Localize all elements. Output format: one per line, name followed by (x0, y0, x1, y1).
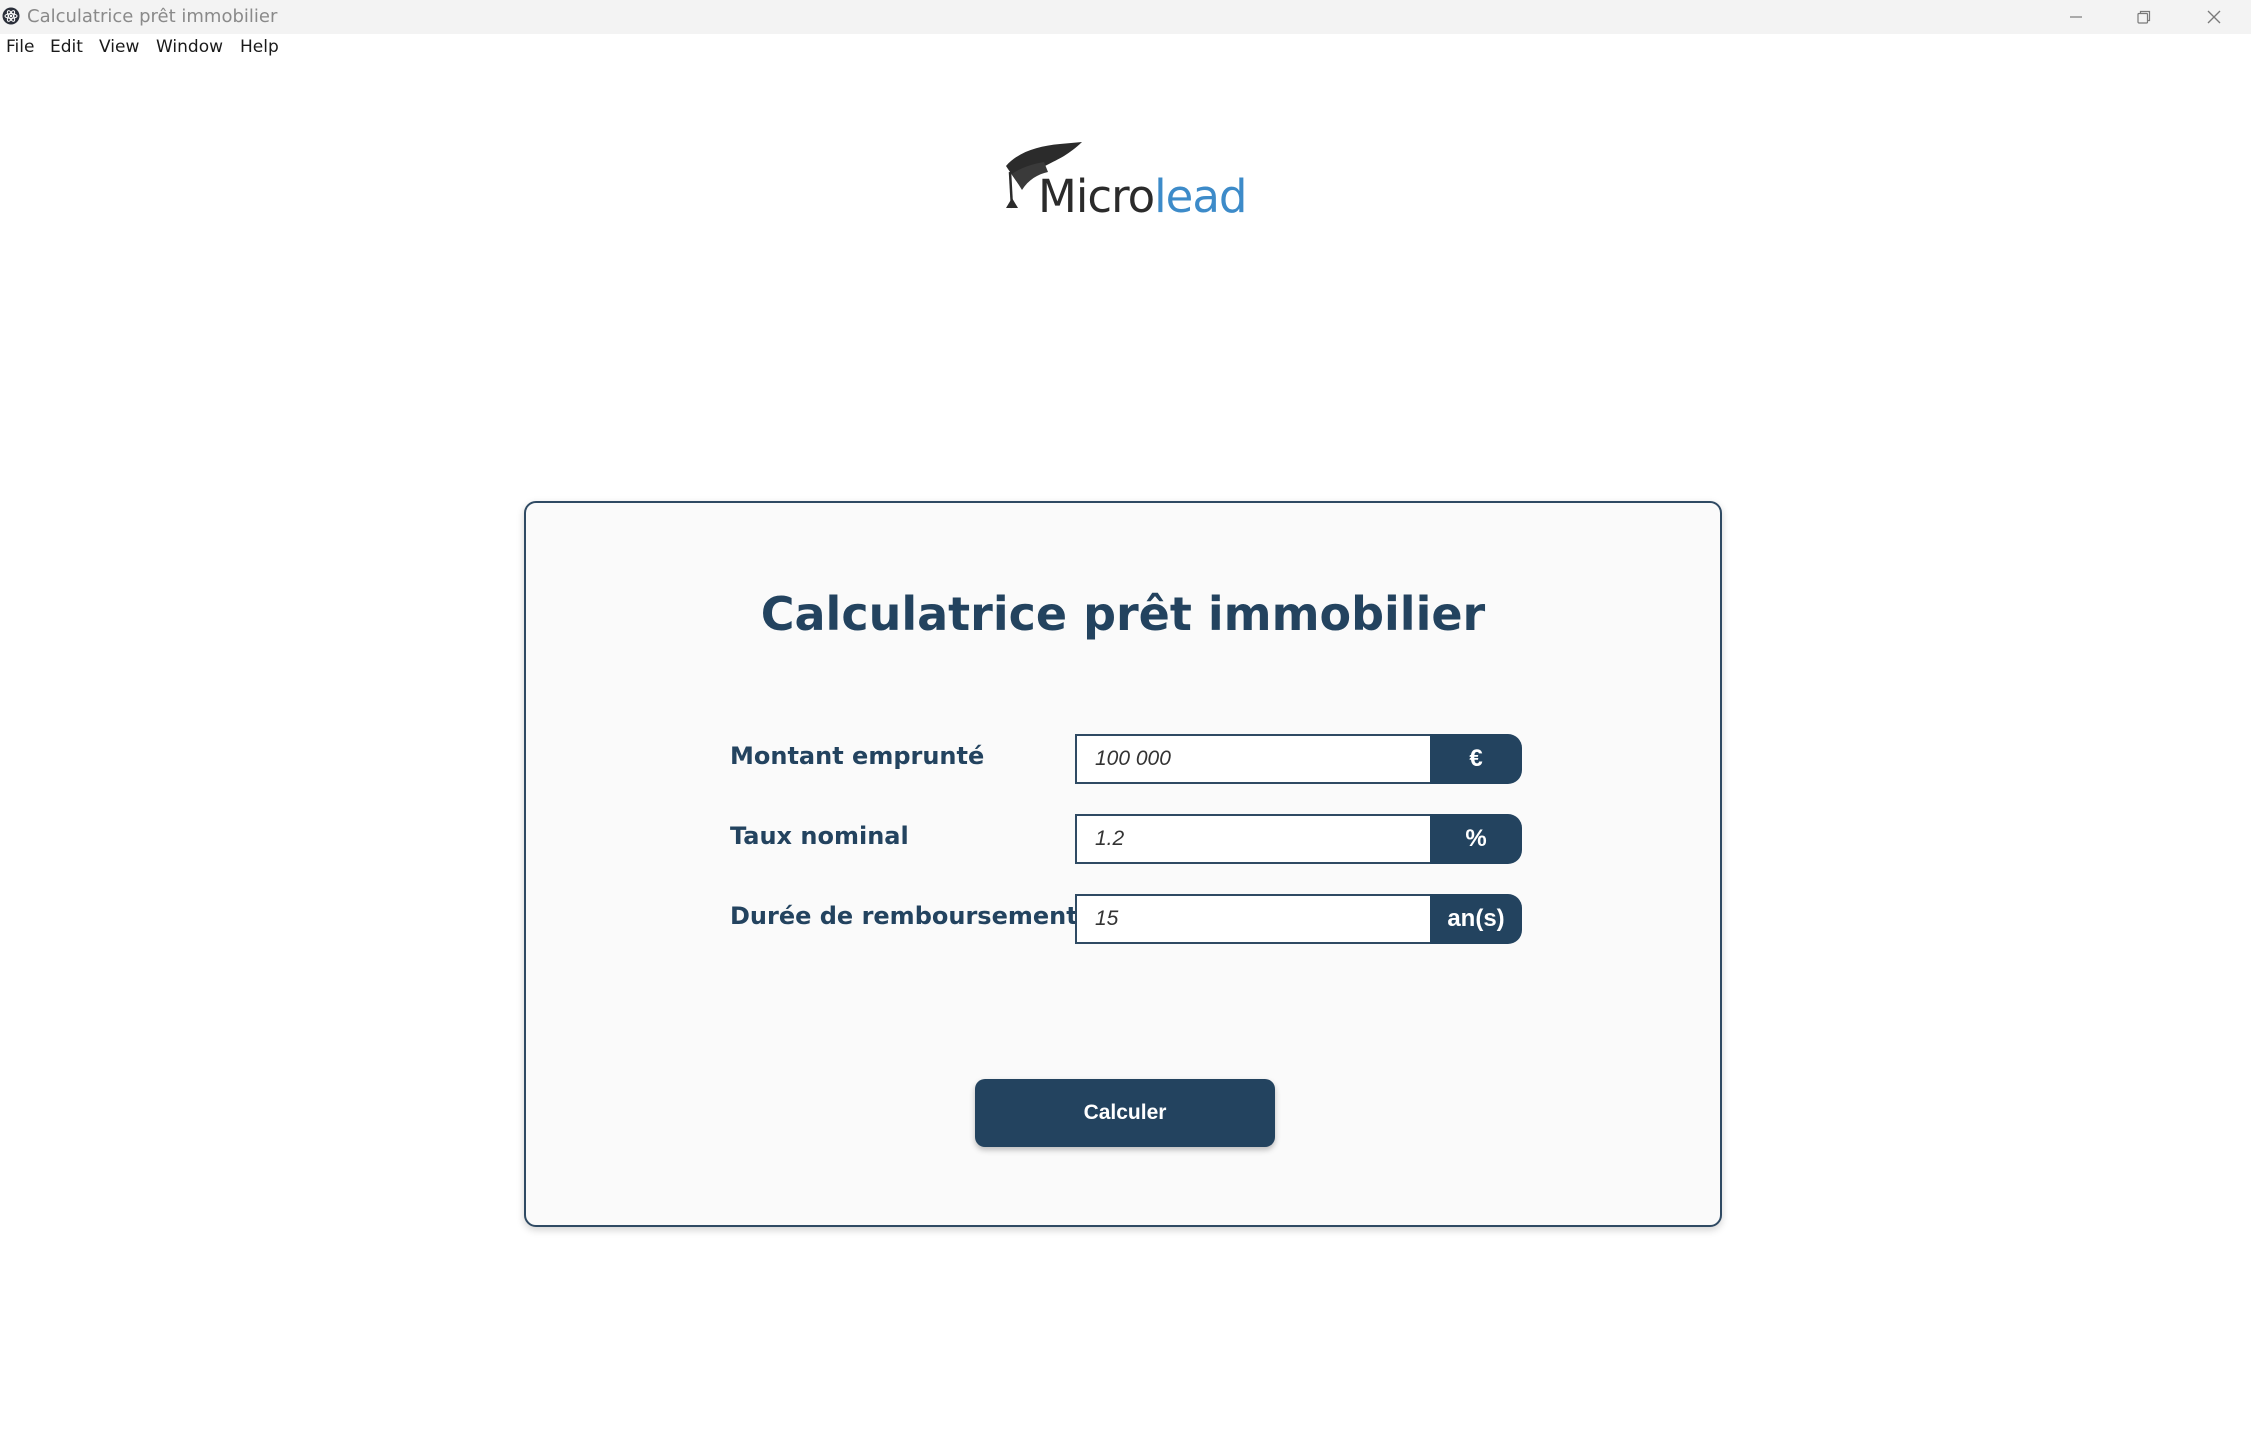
amount-input[interactable] (1075, 734, 1430, 784)
minimize-icon (2070, 16, 2082, 18)
rate-label: Taux nominal (730, 822, 909, 850)
logo-wordmark: Microlead (1038, 174, 1247, 219)
minimize-button[interactable] (2042, 0, 2110, 34)
close-icon (2207, 10, 2221, 24)
duration-unit-badge: an(s) (1430, 894, 1522, 944)
window-title: Calculatrice prêt immobilier (27, 6, 278, 27)
calculate-button[interactable]: Calculer (975, 1079, 1275, 1147)
menu-view[interactable]: View (99, 37, 139, 57)
card-title: Calculatrice prêt immobilier (760, 587, 1486, 641)
menu-help[interactable]: Help (240, 37, 279, 57)
loan-calculator-card: Calculatrice prêt immobilier Montant emp… (524, 501, 1722, 1227)
amount-label: Montant emprunté (730, 742, 985, 770)
menu-window[interactable]: Window (156, 37, 223, 57)
electron-atom-icon (2, 7, 20, 25)
microlead-logo: Microlead (998, 138, 1258, 230)
menu-edit[interactable]: Edit (50, 37, 83, 57)
amount-unit-badge: € (1430, 734, 1522, 784)
menu-file[interactable]: File (6, 37, 34, 57)
logo-text-micro: Micro (1038, 170, 1155, 223)
restore-icon (2137, 10, 2151, 24)
window-titlebar[interactable]: Calculatrice prêt immobilier (0, 0, 2251, 34)
rate-input[interactable] (1075, 814, 1430, 864)
menu-bar: File Edit View Window Help (0, 34, 2251, 64)
logo-text-lead: lead (1154, 170, 1247, 223)
duration-input[interactable] (1075, 894, 1430, 944)
rate-unit-badge: % (1430, 814, 1522, 864)
duration-label: Durée de remboursement (730, 902, 1078, 930)
restore-button[interactable] (2110, 0, 2178, 34)
close-button[interactable] (2180, 0, 2248, 34)
